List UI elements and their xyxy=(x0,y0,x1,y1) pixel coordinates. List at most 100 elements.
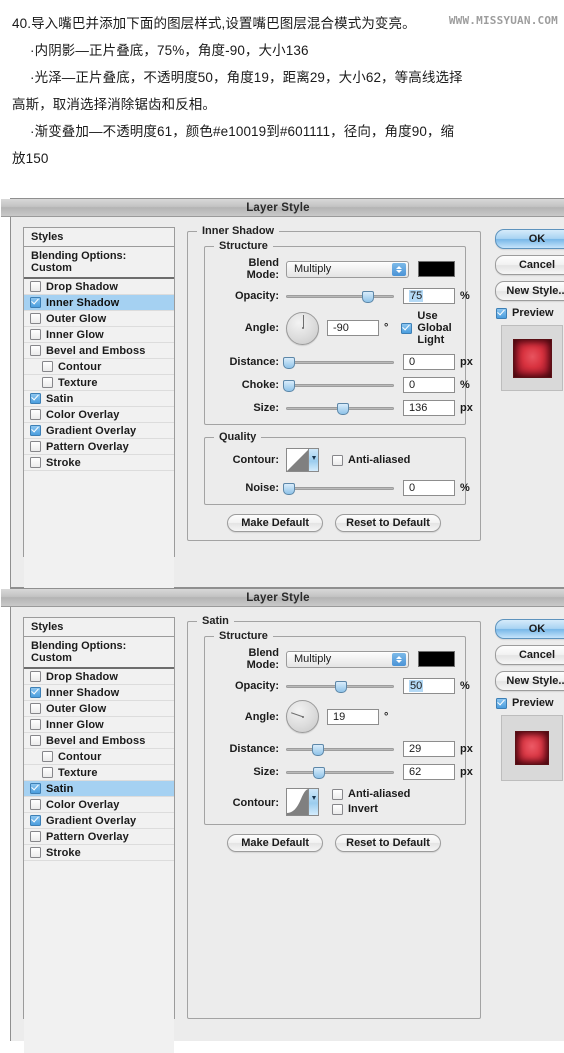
noise-input[interactable]: 0 xyxy=(403,479,455,496)
cancel-button[interactable]: Cancel xyxy=(495,645,564,665)
reset-to-default-button[interactable]: Reset to Default xyxy=(335,834,441,852)
checkbox-icon[interactable] xyxy=(30,441,41,452)
styles-list-item[interactable]: Inner Shadow xyxy=(24,685,174,701)
contour-dropdown-arrow-icon[interactable] xyxy=(308,449,318,471)
styles-list-item[interactable]: Gradient Overlay xyxy=(24,813,174,829)
angle-input[interactable]: -90 xyxy=(327,320,379,336)
checkbox-icon[interactable] xyxy=(30,393,41,404)
checkbox-icon[interactable] xyxy=(42,751,53,762)
checkbox-icon[interactable] xyxy=(401,322,413,334)
slider-knob[interactable] xyxy=(313,766,326,779)
styles-list-item[interactable]: Inner Shadow xyxy=(24,295,174,311)
shadow-color-swatch[interactable] xyxy=(418,261,455,277)
styles-list-item[interactable]: Drop Shadow xyxy=(24,279,174,295)
opacity-slider[interactable] xyxy=(286,679,394,693)
checkbox-icon[interactable] xyxy=(332,454,343,466)
blending-options-item[interactable]: Blending Options: Custom xyxy=(24,637,174,669)
size-slider[interactable] xyxy=(286,401,394,415)
checkbox-icon[interactable] xyxy=(496,697,507,709)
slider-knob[interactable] xyxy=(312,743,325,756)
checkbox-icon[interactable] xyxy=(496,307,507,319)
checkbox-icon[interactable] xyxy=(30,799,41,810)
checkbox-icon[interactable] xyxy=(42,767,53,778)
styles-list-item[interactable]: Color Overlay xyxy=(24,407,174,423)
styles-list-item[interactable]: Inner Glow xyxy=(24,717,174,733)
checkbox-icon[interactable] xyxy=(30,313,41,324)
opacity-input[interactable]: 50 xyxy=(403,677,455,694)
slider-knob[interactable] xyxy=(335,680,347,693)
checkbox-icon[interactable] xyxy=(30,345,41,356)
checkbox-icon[interactable] xyxy=(332,788,343,800)
slider-knob[interactable] xyxy=(283,482,296,495)
checkbox-icon[interactable] xyxy=(30,735,41,746)
styles-list-item[interactable]: Stroke xyxy=(24,845,174,861)
use-global-light-checkbox[interactable]: Use Global Light xyxy=(401,310,455,346)
slider-knob[interactable] xyxy=(283,356,296,369)
make-default-button[interactable]: Make Default xyxy=(227,514,324,532)
slider-knob[interactable] xyxy=(337,402,350,415)
opacity-slider[interactable] xyxy=(286,289,394,303)
ok-button[interactable]: OK xyxy=(495,229,564,249)
blending-options-item[interactable]: Blending Options: Custom xyxy=(24,247,174,279)
size-input[interactable]: 136 xyxy=(403,399,455,416)
styles-list[interactable]: Styles Blending Options: Custom Drop Sha… xyxy=(23,227,175,591)
anti-aliased-checkbox[interactable]: Anti-aliased xyxy=(332,788,410,800)
blend-mode-select[interactable]: Multiply xyxy=(286,650,409,668)
styles-list[interactable]: Styles Blending Options: Custom Drop Sha… xyxy=(23,617,175,1053)
styles-list-item[interactable]: Gradient Overlay xyxy=(24,423,174,439)
checkbox-icon[interactable] xyxy=(30,783,41,794)
new-style-button[interactable]: New Style... xyxy=(495,671,564,691)
reset-to-default-button[interactable]: Reset to Default xyxy=(335,514,441,532)
styles-list-item[interactable]: Bevel and Emboss xyxy=(24,343,174,359)
angle-input[interactable]: 19 xyxy=(327,708,379,725)
satin-color-swatch[interactable] xyxy=(418,651,455,667)
checkbox-icon[interactable] xyxy=(30,425,41,436)
slider-knob[interactable] xyxy=(362,290,374,303)
size-input[interactable]: 62 xyxy=(403,763,455,780)
checkbox-icon[interactable] xyxy=(30,687,41,698)
checkbox-icon[interactable] xyxy=(30,831,41,842)
styles-list-item[interactable]: Drop Shadow xyxy=(24,669,174,685)
angle-dial[interactable] xyxy=(286,700,319,733)
styles-list-item[interactable]: Contour xyxy=(24,749,174,765)
contour-dropdown-arrow-icon[interactable] xyxy=(308,789,318,815)
checkbox-icon[interactable] xyxy=(332,803,343,815)
noise-slider[interactable] xyxy=(283,481,394,495)
checkbox-icon[interactable] xyxy=(42,377,53,388)
preview-checkbox[interactable]: Preview xyxy=(496,307,564,319)
checkbox-icon[interactable] xyxy=(30,409,41,420)
checkbox-icon[interactable] xyxy=(30,719,41,730)
styles-list-item[interactable]: Outer Glow xyxy=(24,311,174,327)
styles-list-item[interactable]: Satin xyxy=(24,391,174,407)
anti-aliased-checkbox[interactable]: Anti-aliased xyxy=(332,454,410,466)
distance-slider[interactable] xyxy=(286,742,394,756)
checkbox-icon[interactable] xyxy=(30,671,41,682)
angle-dial[interactable] xyxy=(286,311,319,345)
chevron-updown-icon[interactable] xyxy=(392,652,406,666)
cancel-button[interactable]: Cancel xyxy=(495,255,564,275)
styles-list-item[interactable]: Pattern Overlay xyxy=(24,439,174,455)
choke-input[interactable]: 0 xyxy=(403,376,455,393)
checkbox-icon[interactable] xyxy=(30,329,41,340)
styles-list-item[interactable]: Texture xyxy=(24,375,174,391)
checkbox-icon[interactable] xyxy=(30,703,41,714)
styles-list-item[interactable]: Color Overlay xyxy=(24,797,174,813)
styles-list-item[interactable]: Outer Glow xyxy=(24,701,174,717)
distance-slider[interactable] xyxy=(283,355,394,369)
checkbox-icon[interactable] xyxy=(30,847,41,858)
styles-list-item[interactable]: Bevel and Emboss xyxy=(24,733,174,749)
checkbox-icon[interactable] xyxy=(42,361,53,372)
size-slider[interactable] xyxy=(286,765,394,779)
ok-button[interactable]: OK xyxy=(495,619,564,639)
styles-list-item[interactable]: Contour xyxy=(24,359,174,375)
slider-knob[interactable] xyxy=(283,379,296,392)
choke-slider[interactable] xyxy=(283,378,394,392)
styles-list-item[interactable]: Stroke xyxy=(24,455,174,471)
distance-input[interactable]: 29 xyxy=(403,740,455,757)
blend-mode-select[interactable]: Multiply xyxy=(286,260,409,278)
checkbox-icon[interactable] xyxy=(30,281,41,292)
opacity-input[interactable]: 75 xyxy=(403,287,455,304)
checkbox-icon[interactable] xyxy=(30,457,41,468)
distance-input[interactable]: 0 xyxy=(403,353,455,370)
contour-preset-picker[interactable] xyxy=(286,788,319,816)
